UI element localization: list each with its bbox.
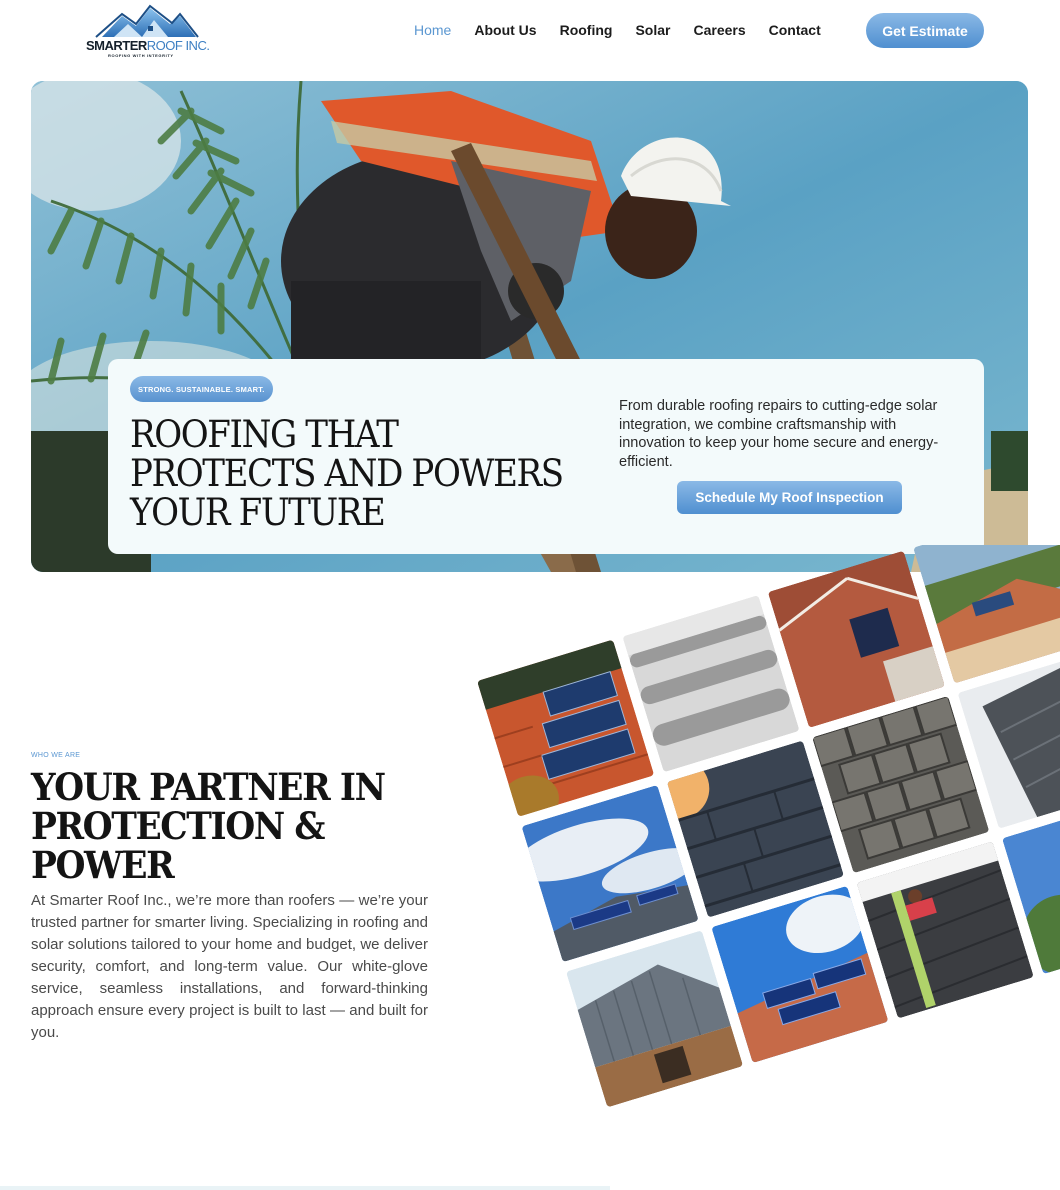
gallery-tile-solar-sky-house	[521, 784, 699, 963]
gallery-tile-solar-tile-roof	[477, 639, 655, 817]
gallery-tile-craftsman-metal-roof	[565, 930, 744, 1108]
house-roof-logo-icon	[95, 4, 199, 38]
gallery-tile-shingles-sunset	[666, 740, 845, 918]
main-nav: Home About Us Roofing Solar Careers Cont…	[414, 22, 821, 38]
site-header: SMARTERROOF INC. ROOFING WITH INTEGRITY …	[0, 0, 1060, 62]
hero-badge: STRONG. SUSTAINABLE. SMART.	[130, 376, 273, 402]
brand-name: SMARTERROOF INC.	[86, 38, 210, 53]
hero-title: ROOFING THAT PROTECTS AND POWERS YOUR FU…	[130, 413, 564, 534]
gallery-tile-metal-roof-closeup	[622, 595, 800, 773]
gallery-tile-slate-shingles	[812, 695, 990, 874]
schedule-inspection-button[interactable]: Schedule My Roof Inspection	[677, 481, 902, 514]
hero-content-card: STRONG. SUSTAINABLE. SMART. ROOFING THAT…	[108, 359, 984, 554]
get-estimate-button[interactable]: Get Estimate	[866, 13, 984, 48]
about-title: YOUR PARTNER IN PROTECTION & POWER	[31, 765, 386, 887]
gallery-tile-solar-clay-roof	[711, 885, 889, 1064]
hero-description: From durable roofing repairs to cutting-…	[619, 398, 939, 470]
nav-item-roofing[interactable]: Roofing	[560, 22, 613, 38]
section-divider	[0, 1186, 610, 1190]
nav-item-careers[interactable]: Careers	[693, 22, 745, 38]
hero-banner: STRONG. SUSTAINABLE. SMART. ROOFING THAT…	[31, 81, 1028, 572]
nav-item-about-us[interactable]: About Us	[474, 22, 536, 38]
about-eyebrow: WHO WE ARE	[31, 752, 81, 759]
brand-logo[interactable]: SMARTERROOF INC. ROOFING WITH INTEGRITY	[86, 4, 210, 58]
nav-item-solar[interactable]: Solar	[635, 22, 670, 38]
gallery-tile-terracotta-solar-aerial	[767, 550, 946, 728]
project-gallery	[440, 545, 1060, 1165]
nav-item-contact[interactable]: Contact	[769, 22, 821, 38]
gallery-tile-roofer-on-roof	[856, 841, 1034, 1019]
brand-tagline: ROOFING WITH INTEGRITY	[108, 53, 174, 58]
about-body: At Smarter Roof Inc., we’re more than ro…	[31, 892, 428, 1041]
nav-item-home[interactable]: Home	[414, 22, 451, 38]
